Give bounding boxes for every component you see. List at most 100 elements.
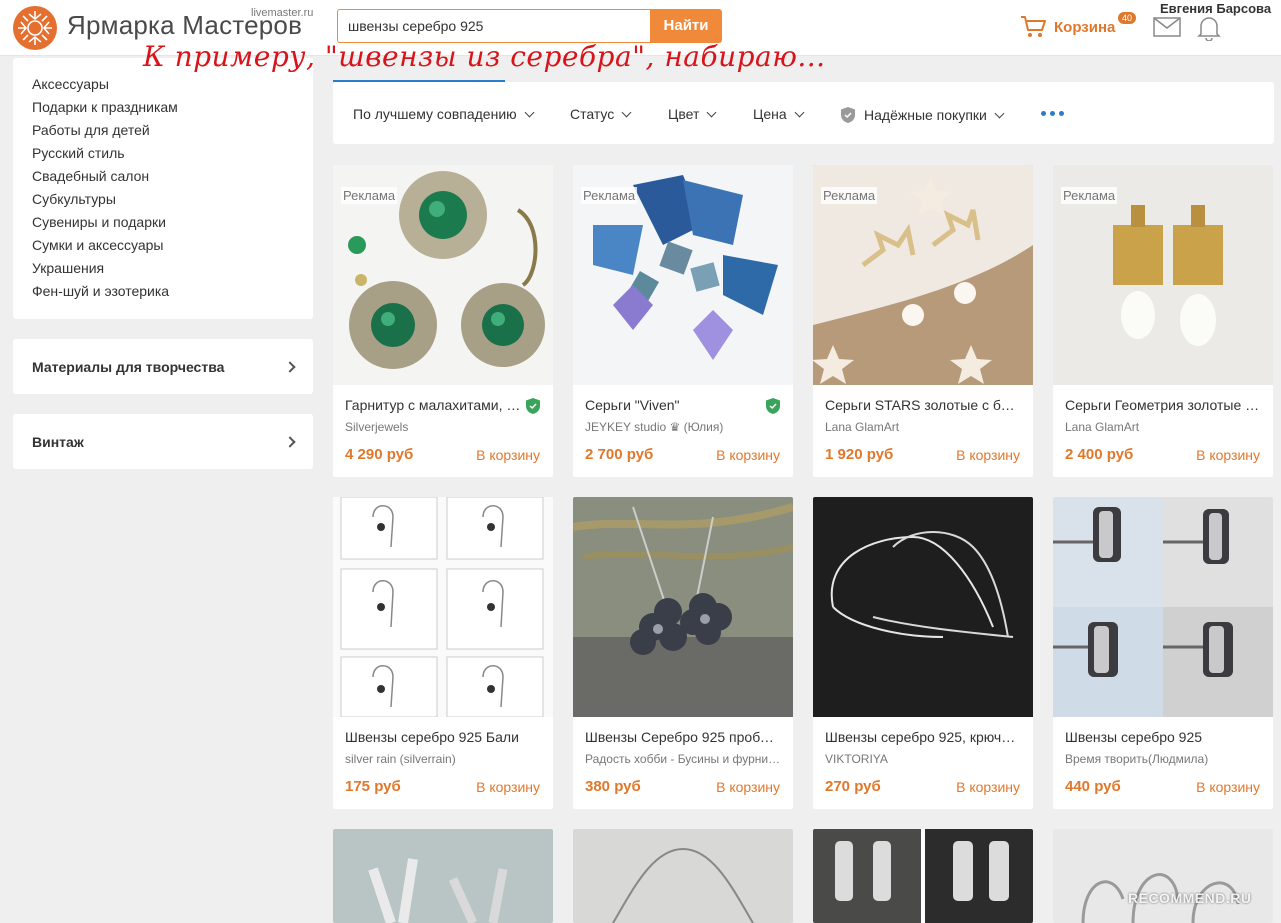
filter-price[interactable]: Цена	[753, 106, 805, 122]
filter-safe-label: Надёжные покупки	[864, 107, 987, 123]
add-to-cart-button[interactable]: В корзину	[476, 779, 540, 795]
product-price: 1 920 руб	[825, 446, 894, 463]
product-image[interactable]	[573, 829, 793, 923]
product-image[interactable]	[573, 497, 793, 717]
sidebar-section-vintage[interactable]: Винтаж	[13, 414, 313, 469]
product-title[interactable]: Серьги Геометрия золотые с жемчугом	[1065, 397, 1261, 413]
category-item[interactable]: Аксессуары	[13, 75, 313, 98]
shop-name[interactable]: silver rain (silverrain)	[345, 752, 541, 766]
product-image[interactable]	[333, 497, 553, 717]
shop-name[interactable]: VIKTORIYA	[825, 752, 1021, 766]
verified-shield-icon	[526, 398, 540, 414]
chevron-down-icon	[706, 107, 717, 117]
sidebar-section-label: Винтаж	[32, 433, 84, 450]
filter-safe-purchases[interactable]: Надёжные покупки	[840, 106, 1005, 124]
product-price: 175 руб	[345, 778, 401, 795]
add-to-cart-button[interactable]: В корзину	[716, 779, 780, 795]
product-card[interactable]: Швензы Серебро 925 проба цветок Радость …	[573, 497, 793, 809]
more-filters-icon[interactable]	[1041, 111, 1064, 116]
category-item[interactable]: Украшения	[13, 259, 313, 282]
shop-name[interactable]: Silverjewels	[345, 420, 541, 434]
logo-domain: livemaster.ru	[251, 7, 314, 19]
shop-name[interactable]: Lana GlamArt	[1065, 420, 1261, 434]
search-input[interactable]: швензы серебро 925	[337, 9, 650, 43]
product-card[interactable]: Реклама Серьги "Viven" JEYKEY studio ♛ (…	[573, 165, 793, 477]
bell-icon[interactable]	[1197, 15, 1221, 41]
chevron-down-icon	[524, 107, 535, 117]
add-to-cart-button[interactable]: В корзину	[716, 447, 780, 463]
cart-icon	[1021, 16, 1046, 37]
product-price: 440 руб	[1065, 778, 1121, 795]
product-card[interactable]: Швензы серебро 925, крючки длинные VIKTO…	[813, 497, 1033, 809]
category-item[interactable]: Сувениры и подарки	[13, 213, 313, 236]
product-title[interactable]: Швензы Серебро 925 проба цветок	[585, 729, 781, 745]
handwritten-annotation: К примеру, "швензы из серебра", набираю.…	[143, 40, 826, 73]
add-to-cart-button[interactable]: В корзину	[476, 447, 540, 463]
product-card[interactable]: Швензы серебро 925 Время творить(Людмила…	[1053, 497, 1273, 809]
add-to-cart-button[interactable]: В корзину	[1196, 779, 1260, 795]
ad-label: Реклама	[581, 187, 638, 204]
category-item[interactable]: Подарки к праздникам	[13, 98, 313, 121]
category-item[interactable]: Русский стиль	[13, 144, 313, 167]
chevron-down-icon	[621, 107, 632, 117]
filter-sort[interactable]: По лучшему совпадению	[353, 106, 535, 122]
chevron-down-icon	[794, 107, 805, 117]
product-card[interactable]	[1053, 829, 1273, 923]
shop-name[interactable]: Время творить(Людмила)	[1065, 752, 1261, 766]
sidebar-section-materials[interactable]: Материалы для творчества	[13, 339, 313, 394]
ad-label: Реклама	[1061, 187, 1118, 204]
product-price: 2 400 руб	[1065, 446, 1134, 463]
filter-status[interactable]: Статус	[570, 106, 632, 122]
product-title[interactable]: Серьги STARS золотые с бусинами	[825, 397, 1021, 413]
add-to-cart-button[interactable]: В корзину	[1196, 447, 1260, 463]
product-title[interactable]: Серьги "Viven"	[585, 397, 765, 413]
shop-name[interactable]: JEYKEY studio ♛ (Юлия)	[585, 420, 781, 434]
product-image[interactable]	[1053, 497, 1273, 717]
shield-icon	[841, 107, 855, 123]
product-card[interactable]: Швензы серебро 925 Бали silver rain (sil…	[333, 497, 553, 809]
category-item[interactable]: Свадебный салон	[13, 167, 313, 190]
category-item[interactable]: Работы для детей	[13, 121, 313, 144]
product-image[interactable]	[813, 497, 1033, 717]
product-price: 380 руб	[585, 778, 641, 795]
product-image[interactable]	[813, 829, 1033, 923]
product-price: 2 700 руб	[585, 446, 654, 463]
product-title[interactable]: Швензы серебро 925	[1065, 729, 1261, 745]
product-card[interactable]	[813, 829, 1033, 923]
category-item[interactable]: Субкультуры	[13, 190, 313, 213]
shop-name[interactable]: Радость хобби - Бусины и фурнитура	[585, 752, 781, 766]
product-card[interactable]: Реклама Гарнитур с малахитами, серьги и …	[333, 165, 553, 477]
product-card[interactable]	[333, 829, 553, 923]
filter-bar: По лучшему совпадению Статус Цвет Цена Н…	[333, 82, 1274, 144]
product-image[interactable]	[333, 829, 553, 923]
cart-count-badge: 40	[1118, 12, 1137, 24]
product-price: 270 руб	[825, 778, 881, 795]
ad-label: Реклама	[341, 187, 398, 204]
product-title[interactable]: Гарнитур с малахитами, серьги и кольцо	[345, 397, 525, 413]
product-card[interactable]: Реклама Серьги STARS золотые с бусинами …	[813, 165, 1033, 477]
cart-link[interactable]: Корзина 40	[1020, 12, 1137, 40]
product-image[interactable]	[1053, 829, 1273, 923]
add-to-cart-button[interactable]: В корзину	[956, 779, 1020, 795]
product-card[interactable]: Реклама Серьги Геометрия золотые с жемчу…	[1053, 165, 1273, 477]
product-title[interactable]: Швензы серебро 925 Бали	[345, 729, 541, 745]
filter-color[interactable]: Цвет	[668, 106, 717, 122]
add-to-cart-button[interactable]: В корзину	[956, 447, 1020, 463]
category-item[interactable]: Сумки и аксессуары	[13, 236, 313, 259]
verified-shield-icon	[766, 398, 780, 414]
category-item[interactable]: Фен-шуй и эзотерика	[13, 282, 313, 305]
watermark: RECOMMEND.RU	[1128, 890, 1252, 906]
cart-label: Корзина	[1054, 18, 1116, 36]
product-card[interactable]	[573, 829, 793, 923]
shop-name[interactable]: Lana GlamArt	[825, 420, 1021, 434]
mail-icon[interactable]	[1153, 17, 1181, 37]
filter-sort-label: По лучшему совпадению	[353, 106, 517, 122]
search-button[interactable]: Найти	[650, 9, 722, 43]
product-price: 4 290 руб	[345, 446, 414, 463]
chevron-right-icon	[284, 435, 296, 448]
product-title[interactable]: Швензы серебро 925, крючки длинные	[825, 729, 1021, 745]
category-list: Аксессуары Подарки к праздникам Работы д…	[13, 58, 313, 319]
user-name[interactable]: Евгения Барсова	[1160, 1, 1271, 16]
filter-price-label: Цена	[753, 106, 787, 122]
logo-sun-icon[interactable]	[12, 5, 58, 51]
